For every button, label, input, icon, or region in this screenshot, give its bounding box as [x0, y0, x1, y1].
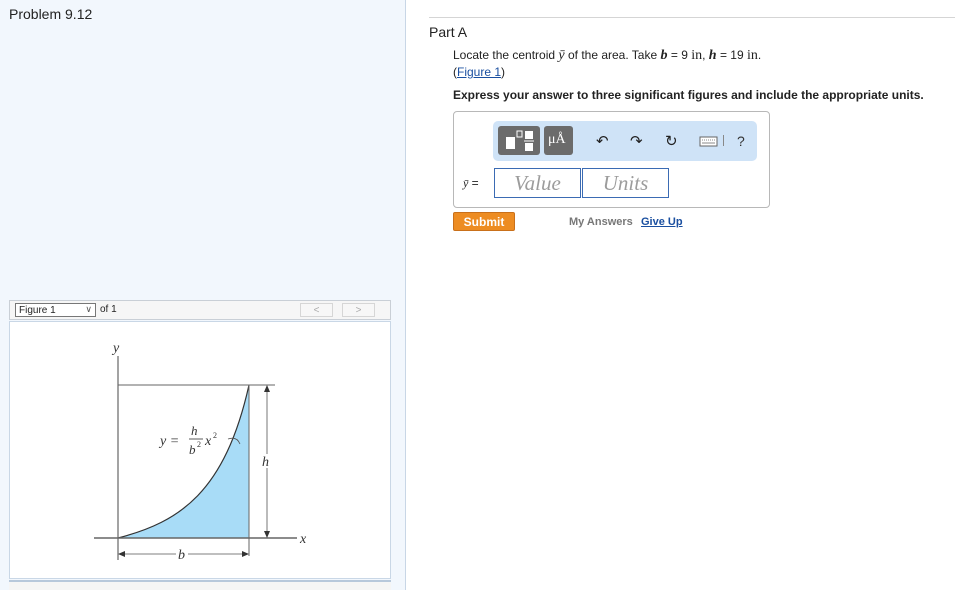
- figure-link[interactable]: Figure 1: [457, 65, 501, 79]
- help-icon[interactable]: ?: [737, 133, 745, 149]
- my-answers-link[interactable]: My Answers: [569, 216, 633, 228]
- axis-label-x: x: [299, 532, 307, 547]
- chevron-down-icon: ∨: [85, 304, 92, 314]
- instruction-text: Express your answer to three significant…: [453, 88, 924, 102]
- value-input[interactable]: Value: [494, 168, 581, 198]
- b-arrow-right: [242, 551, 249, 557]
- centroid-symbol: ȳ: [558, 48, 565, 63]
- units-button[interactable]: μÅ: [544, 126, 573, 155]
- units-input[interactable]: Units: [582, 168, 669, 198]
- figure-panel: y x h b y = h b 2 x 2: [9, 321, 391, 579]
- question-text: Locate the centroid ȳ of the area. Take …: [453, 48, 762, 63]
- equation-numerator: h: [191, 423, 198, 438]
- toolbar-separator: [723, 135, 724, 146]
- answer-label: ȳ =: [463, 176, 479, 190]
- figure-select-value: Figure 1: [19, 305, 56, 316]
- templates-icon: [506, 130, 534, 151]
- math-toolbar: μÅ ↶ ↷ ↻ ?: [493, 121, 757, 161]
- keyboard-icon[interactable]: [699, 136, 719, 148]
- undo-icon[interactable]: ↶: [596, 132, 609, 150]
- dimension-label-h: h: [262, 455, 269, 470]
- part-title: Part A: [429, 24, 468, 40]
- next-figure-button[interactable]: >: [342, 303, 375, 317]
- h-arrow-top: [264, 385, 270, 392]
- submit-button[interactable]: Submit: [453, 212, 515, 231]
- reset-icon[interactable]: ↻: [665, 132, 678, 150]
- equation-lhs: y =: [158, 434, 179, 449]
- left-panel: Problem 9.12 Figure 1 ∨ of 1 < > y x h b…: [0, 0, 406, 590]
- figure-diagram: y x h b y = h b 2 x 2: [94, 341, 307, 563]
- figure-link-line: (Figure 1): [453, 65, 506, 79]
- h-arrow-bottom: [264, 531, 270, 538]
- figure-select[interactable]: Figure 1 ∨: [15, 303, 96, 317]
- equation-variable: x: [204, 434, 212, 449]
- give-up-link[interactable]: Give Up: [641, 216, 683, 228]
- units-icon: μÅ: [548, 132, 566, 147]
- figure-footer: [9, 580, 391, 590]
- problem-title: Problem 9.12: [9, 6, 93, 22]
- b-arrow-left: [118, 551, 125, 557]
- equation-denominator: b: [189, 442, 196, 457]
- templates-button[interactable]: [498, 126, 540, 155]
- dimension-label-b: b: [178, 548, 185, 563]
- shaded-area: [118, 385, 249, 538]
- equation-denominator-exp: 2: [197, 440, 201, 449]
- divider: [429, 17, 955, 18]
- figure-count: of 1: [100, 304, 117, 315]
- equation-variable-exp: 2: [213, 431, 217, 440]
- prev-figure-button[interactable]: <: [300, 303, 333, 317]
- redo-icon[interactable]: ↷: [630, 132, 643, 150]
- figure-nav-bar: Figure 1 ∨ of 1 < >: [9, 300, 391, 320]
- axis-label-y: y: [111, 341, 120, 356]
